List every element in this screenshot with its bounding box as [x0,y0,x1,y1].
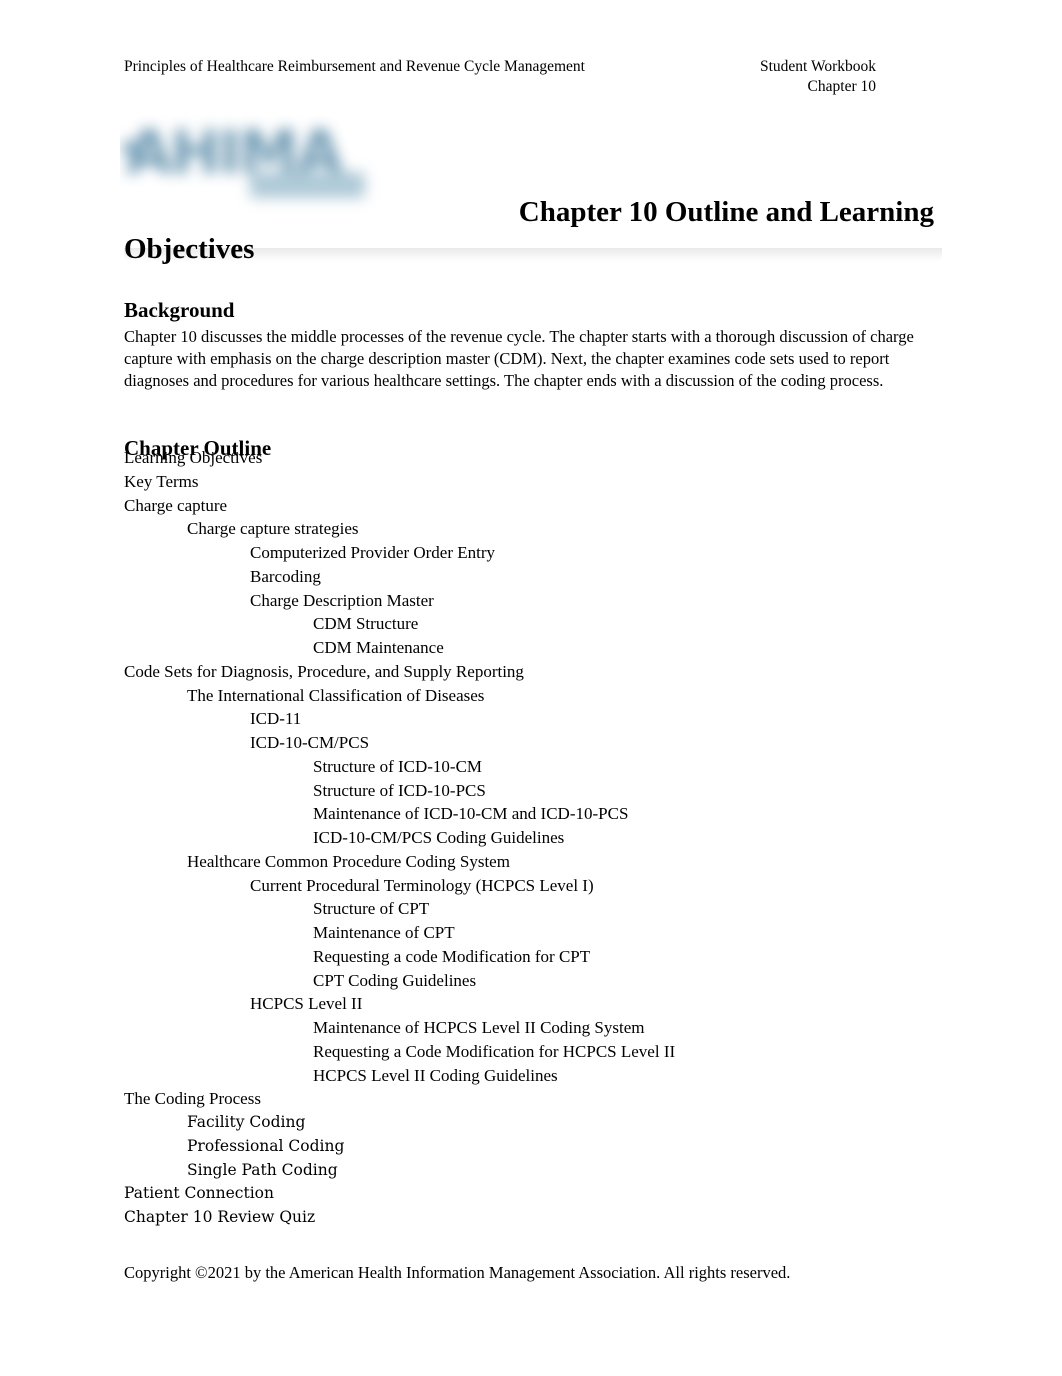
background-heading: Background [124,298,235,323]
document-page: Principles of Healthcare Reimbursement a… [0,0,1062,1376]
outline-item: ICD-10-CM/PCS Coding Guidelines [313,828,565,847]
copyright-notice: Copyright ©2021 by the American Health I… [124,1263,791,1282]
title-divider [124,248,942,262]
chapter-outline-list: Learning Objectives Key Terms Charge captu… [124,446,954,1230]
header-workbook-label: Student Workbook [759,58,876,75]
outline-item: Structure of CPT [313,899,430,919]
outline-item: Structure of ICD-10-PCS [313,780,486,800]
header-right-block: Student Workbook Chapter 10 [760,57,876,97]
outline-item: Learning Objectives [124,448,263,467]
outline-item: The International Classification of Dise… [187,685,485,705]
outline-item: Charge capture strategies [187,519,359,539]
outline-item: Single Path Coding [187,1160,338,1179]
outline-item: Barcoding [250,566,321,586]
outline-item: Maintenance of ICD-10-CM and ICD-10-PCS [313,804,629,824]
outline-item: Code Sets for Diagnosis, Procedure, and … [124,661,524,681]
header-book-title: Principles of Healthcare Reimbursement a… [124,58,585,75]
outline-item: ICD-11 [250,709,302,729]
ahima-logo-wordmark: AHIMA [126,118,343,188]
outline-item: Computerized Provider Order Entry [250,543,496,562]
outline-item: CPT Coding Guidelines [313,970,477,990]
outline-item: Facility Coding [187,1113,306,1131]
outline-item: HCPCS Level II Coding Guidelines [313,1065,558,1085]
outline-item: ICD-10-CM/PCS [250,733,370,752]
outline-item: CDM Structure [313,614,419,634]
outline-item: Chapter 10 Review Quiz [124,1208,316,1226]
outline-item: The Coding Process [124,1089,261,1109]
logo-dot-icon [122,140,138,156]
outline-item: Structure of ICD-10-CM [313,756,483,776]
outline-item: Key Terms [124,471,199,491]
outline-item: Charge Description Master [250,590,434,610]
outline-item: Patient Connection [124,1184,274,1203]
outline-item: Charge capture [124,495,228,515]
outline-item: CDM Maintenance [313,638,444,657]
outline-item: Requesting a Code Modification for HCPCS… [313,1041,676,1061]
running-header: Principles of Healthcare Reimbursement a… [124,57,876,97]
outline-item: Professional Coding [187,1136,345,1155]
outline-item: Maintenance of CPT [313,923,455,942]
page-title-line-1: Chapter 10 Outline and Learning [518,196,934,229]
outline-item: Healthcare Common Procedure Coding Syste… [187,851,510,871]
background-paragraph: Chapter 10 discusses the middle processe… [124,326,914,391]
outline-item: Current Procedural Terminology (HCPCS Le… [250,875,594,895]
outline-item: Maintenance of HCPCS Level II Coding Sys… [313,1018,645,1037]
outline-item: Requesting a code Modification for CPT [313,946,591,966]
outline-item: HCPCS Level II [250,994,363,1014]
header-chapter-label: Chapter 10 [807,78,876,95]
